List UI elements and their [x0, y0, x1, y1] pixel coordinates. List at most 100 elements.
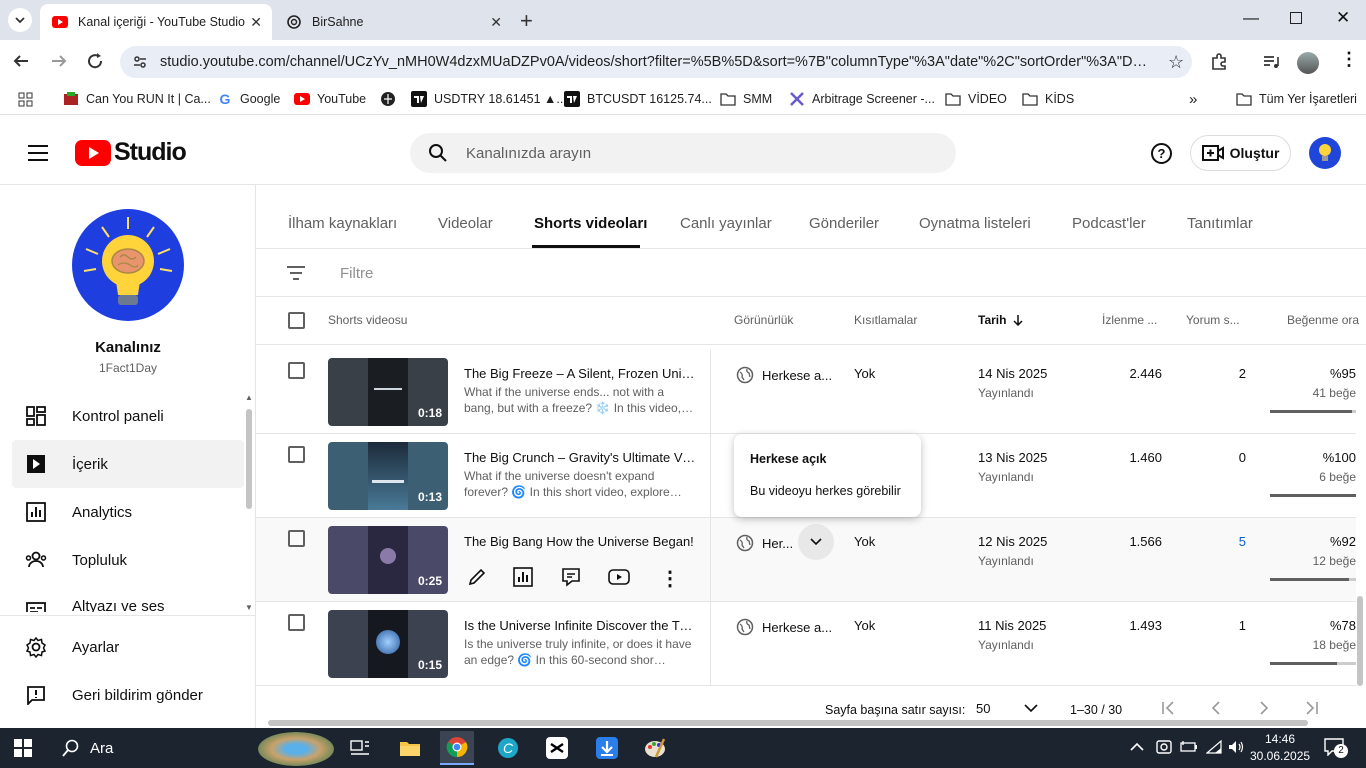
bookmark-folder-video[interactable]: VİDEO	[945, 91, 1007, 107]
extensions-icon[interactable]	[1210, 53, 1228, 76]
row-checkbox[interactable]	[288, 530, 305, 547]
youtube-play-icon[interactable]	[607, 566, 631, 588]
video-title[interactable]: Is the Universe Infinite Discover the Tr…	[464, 618, 696, 633]
tab-shorts[interactable]: Shorts videoları	[534, 215, 647, 232]
media-control-icon[interactable]	[1262, 53, 1280, 76]
comments-icon[interactable]	[560, 566, 582, 588]
browser-tab-birsahne[interactable]: BirSahne ✕	[274, 4, 512, 40]
video-title[interactable]: The Big Crunch – Gravity's Ultimate Vict…	[464, 450, 696, 465]
tab-inspiration[interactable]: İlham kaynakları	[288, 215, 397, 232]
sidebar-item-community[interactable]: Topluluk	[12, 536, 244, 584]
table-row[interactable]: 0:25 The Big Bang How the Universe Began…	[256, 518, 1356, 602]
sidebar-scroll-down-icon[interactable]: ▼	[245, 603, 253, 612]
row-checkbox[interactable]	[288, 362, 305, 379]
close-tab-icon[interactable]: ✕	[250, 14, 262, 31]
tab-list-button[interactable]	[8, 8, 32, 32]
next-page-icon[interactable]	[1257, 701, 1271, 718]
rows-per-page-select[interactable]: 50	[976, 701, 1038, 716]
browser-menu-icon[interactable]: ⋮	[1340, 49, 1358, 70]
col-views[interactable]: İzlenme ...	[1102, 313, 1157, 327]
analytics-icon[interactable]	[512, 566, 534, 588]
prev-page-icon[interactable]	[1209, 701, 1223, 718]
bookmark-youtube[interactable]: YouTube	[294, 91, 366, 107]
video-thumbnail[interactable]: 0:15	[328, 610, 448, 678]
more-options-icon[interactable]: ⋮	[660, 566, 680, 591]
bookmark-btcusdt[interactable]: BTCUSDT 16125.74...	[564, 91, 712, 107]
task-view-icon[interactable]	[343, 734, 377, 762]
sidebar-item-content[interactable]: İçerik	[12, 440, 244, 488]
edit-pencil-icon[interactable]	[466, 566, 488, 588]
comments-cell[interactable]: 2	[1239, 366, 1246, 381]
col-comments[interactable]: Yorum s...	[1186, 313, 1240, 327]
windows-start-icon[interactable]	[6, 734, 40, 762]
filter-input[interactable]: Filtre	[340, 265, 373, 282]
close-window-button[interactable]: ✕	[1336, 8, 1350, 28]
clock-date[interactable]: 30.06.2025	[1250, 749, 1310, 763]
volume-icon[interactable]	[1228, 740, 1244, 759]
first-page-icon[interactable]	[1161, 701, 1175, 718]
browser-tab-studio[interactable]: Kanal içeriği - YouTube Studio ✕	[40, 4, 272, 40]
video-title[interactable]: The Big Bang How the Universe Began!	[464, 534, 696, 549]
account-avatar[interactable]	[1309, 137, 1341, 169]
main-scrollbar[interactable]	[1357, 596, 1363, 686]
notification-center-icon[interactable]: 2	[1324, 738, 1348, 758]
tab-videos[interactable]: Videolar	[438, 215, 493, 232]
all-bookmarks-folder[interactable]: Tüm Yer İşaretleri	[1236, 91, 1357, 107]
comments-cell[interactable]: 1	[1239, 618, 1246, 633]
bookmark-google[interactable]: G Google	[217, 91, 281, 107]
bookmark-usdtry-link[interactable]: USDTRY 18.61451 ▲...	[411, 91, 567, 107]
create-button[interactable]: Oluştur	[1190, 135, 1291, 171]
sidebar-item-subtitles[interactable]: Altyazı ve ses	[12, 584, 244, 612]
bookmark-usdtry[interactable]	[380, 91, 403, 107]
bookmark-canyourunit[interactable]: Can You RUN It | Ca...	[63, 91, 211, 107]
back-button[interactable]	[12, 52, 30, 75]
video-thumbnail[interactable]: 0:13	[328, 442, 448, 510]
row-checkbox[interactable]	[288, 446, 305, 463]
download-manager-icon[interactable]	[590, 734, 624, 762]
sidebar-item-settings[interactable]: Ayarlar	[12, 623, 244, 671]
video-thumbnail[interactable]: 0:25	[328, 526, 448, 594]
webcam-icon[interactable]	[1156, 739, 1172, 760]
site-info-icon[interactable]	[132, 54, 148, 70]
sidebar-item-feedback[interactable]: Geri bildirim gönder	[12, 671, 244, 719]
hamburger-menu-icon[interactable]	[28, 145, 48, 166]
select-all-checkbox[interactable]	[288, 312, 305, 329]
tab-promotions[interactable]: Tanıtımlar	[1187, 215, 1253, 232]
forward-button[interactable]	[50, 52, 68, 75]
horizontal-scrollbar[interactable]	[268, 720, 1308, 726]
tab-posts[interactable]: Gönderiler	[809, 215, 879, 232]
row-checkbox[interactable]	[288, 614, 305, 631]
tab-podcasts[interactable]: Podcast'ler	[1072, 215, 1146, 232]
col-visibility[interactable]: Görünürlük	[734, 313, 793, 327]
table-row[interactable]: 0:18 The Big Freeze – A Silent, Frozen U…	[256, 350, 1356, 434]
col-likes[interactable]: Beğenme ora	[1287, 313, 1366, 327]
minimize-button[interactable]: —	[1243, 10, 1259, 28]
paint-icon[interactable]	[638, 734, 672, 762]
col-date[interactable]: Tarih	[978, 313, 1024, 327]
channel-search[interactable]: Kanalınızda arayın	[410, 133, 956, 173]
more-bookmarks-icon[interactable]: »	[1189, 91, 1197, 108]
bookmark-folder-smm[interactable]: SMM	[720, 91, 772, 107]
comments-cell[interactable]: 5	[1239, 534, 1246, 549]
file-explorer-icon[interactable]	[393, 734, 427, 762]
show-hidden-icons[interactable]	[1130, 738, 1144, 756]
sidebar-item-dashboard[interactable]: Kontrol paneli	[12, 392, 244, 440]
bookmark-arbitrage[interactable]: Arbitrage Screener -...	[789, 91, 935, 107]
profile-avatar[interactable]	[1297, 52, 1319, 74]
reload-button[interactable]	[86, 52, 104, 75]
visibility-cell[interactable]: Herkese a...	[736, 366, 832, 384]
table-row[interactable]: 0:15 Is the Universe Infinite Discover t…	[256, 602, 1356, 686]
restore-button[interactable]	[1290, 12, 1302, 24]
visibility-cell[interactable]: Her...	[736, 534, 793, 552]
wifi-icon[interactable]	[1205, 739, 1222, 759]
video-thumbnail[interactable]: 0:18	[328, 358, 448, 426]
col-restrictions[interactable]: Kısıtlamalar	[854, 313, 917, 327]
sidebar-scroll-up-icon[interactable]: ▲	[245, 393, 253, 402]
apps-grid-icon[interactable]	[18, 92, 34, 111]
taskbar-widget-image[interactable]	[258, 732, 334, 766]
url-bar[interactable]: studio.youtube.com/channel/UCzYv_nMH0W4d…	[120, 46, 1192, 78]
visibility-dropdown-button[interactable]	[798, 524, 834, 560]
help-icon[interactable]: ?	[1151, 143, 1172, 164]
sidebar-scrollbar[interactable]	[246, 409, 252, 509]
capcut-icon[interactable]	[540, 734, 574, 762]
